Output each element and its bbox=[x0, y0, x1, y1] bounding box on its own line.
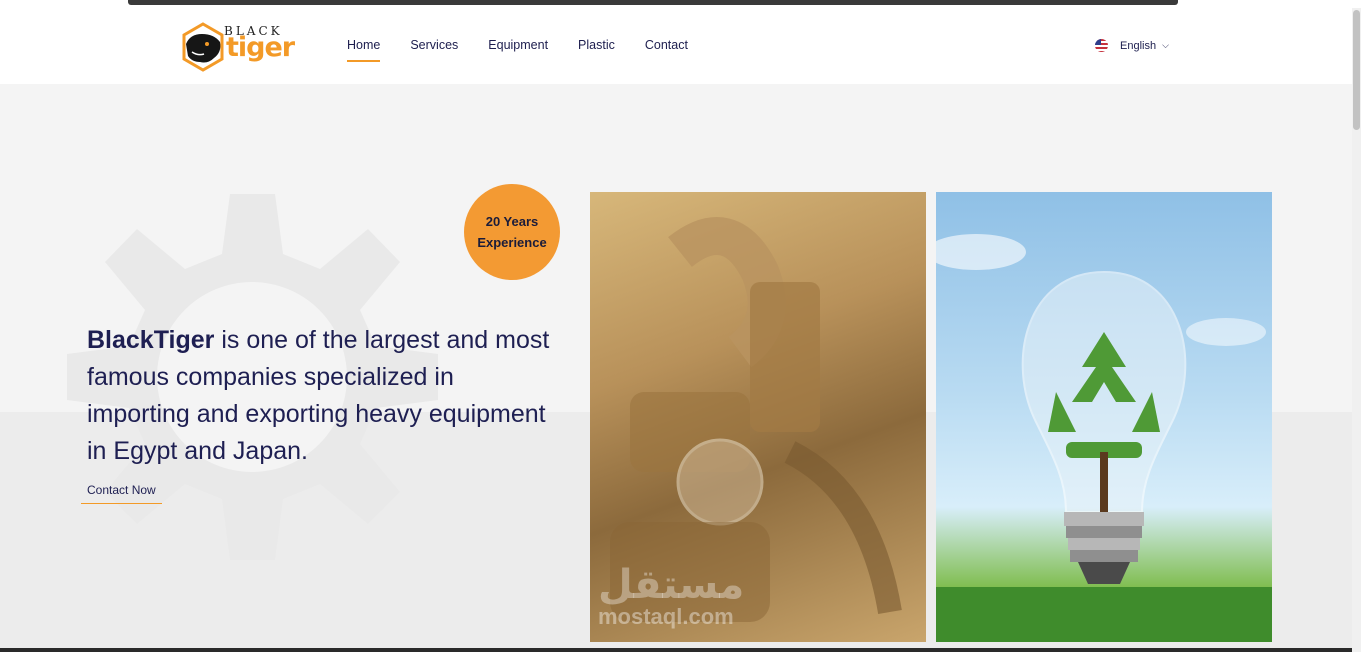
headline-brand: BlackTiger bbox=[87, 326, 215, 354]
tiger-head-icon bbox=[182, 22, 224, 72]
page-scrollbar[interactable] bbox=[1352, 8, 1361, 652]
hero-headline: BlackTiger is one of the largest and mos… bbox=[87, 322, 557, 470]
experience-badge: 20 Years Experience bbox=[464, 184, 560, 280]
scrollbar-thumb[interactable] bbox=[1353, 10, 1360, 130]
recycle-bulb-photo bbox=[936, 192, 1272, 642]
nav-plastic[interactable]: Plastic bbox=[578, 38, 615, 62]
language-selector[interactable]: English ⌵ bbox=[1095, 39, 1169, 52]
chevron-down-icon: ⌵ bbox=[1162, 40, 1169, 50]
brand-logo[interactable]: BLACK tiger bbox=[180, 22, 315, 72]
language-label: English bbox=[1120, 39, 1157, 52]
badge-years: 20 Years bbox=[485, 214, 539, 229]
site-header: BLACK tiger Home Services Equipment Plas… bbox=[0, 8, 1352, 84]
contact-now-button[interactable]: Contact Now bbox=[81, 481, 162, 504]
nav-contact[interactable]: Contact bbox=[645, 38, 688, 62]
top-bar bbox=[128, 0, 1178, 5]
lightbulb-recycle-icon bbox=[936, 234, 1272, 642]
nav-home[interactable]: Home bbox=[347, 38, 381, 62]
browser-top-strip bbox=[0, 0, 1361, 8]
main-nav: Home Services Equipment Plastic Contact bbox=[347, 38, 718, 62]
hero-section: 20 Years Experience BlackTiger is one of… bbox=[0, 84, 1352, 652]
badge-experience: Experience bbox=[477, 235, 547, 250]
nav-services[interactable]: Services bbox=[410, 38, 458, 62]
us-flag-icon bbox=[1095, 39, 1108, 52]
watermark: مستقل mostaql.com bbox=[598, 562, 744, 630]
bottom-divider bbox=[0, 648, 1352, 652]
watermark-latin: mostaql.com bbox=[598, 604, 734, 629]
watermark-arabic: مستقل bbox=[598, 562, 745, 608]
nav-equipment[interactable]: Equipment bbox=[488, 38, 548, 62]
logo-tiger-text: tiger bbox=[226, 32, 295, 63]
